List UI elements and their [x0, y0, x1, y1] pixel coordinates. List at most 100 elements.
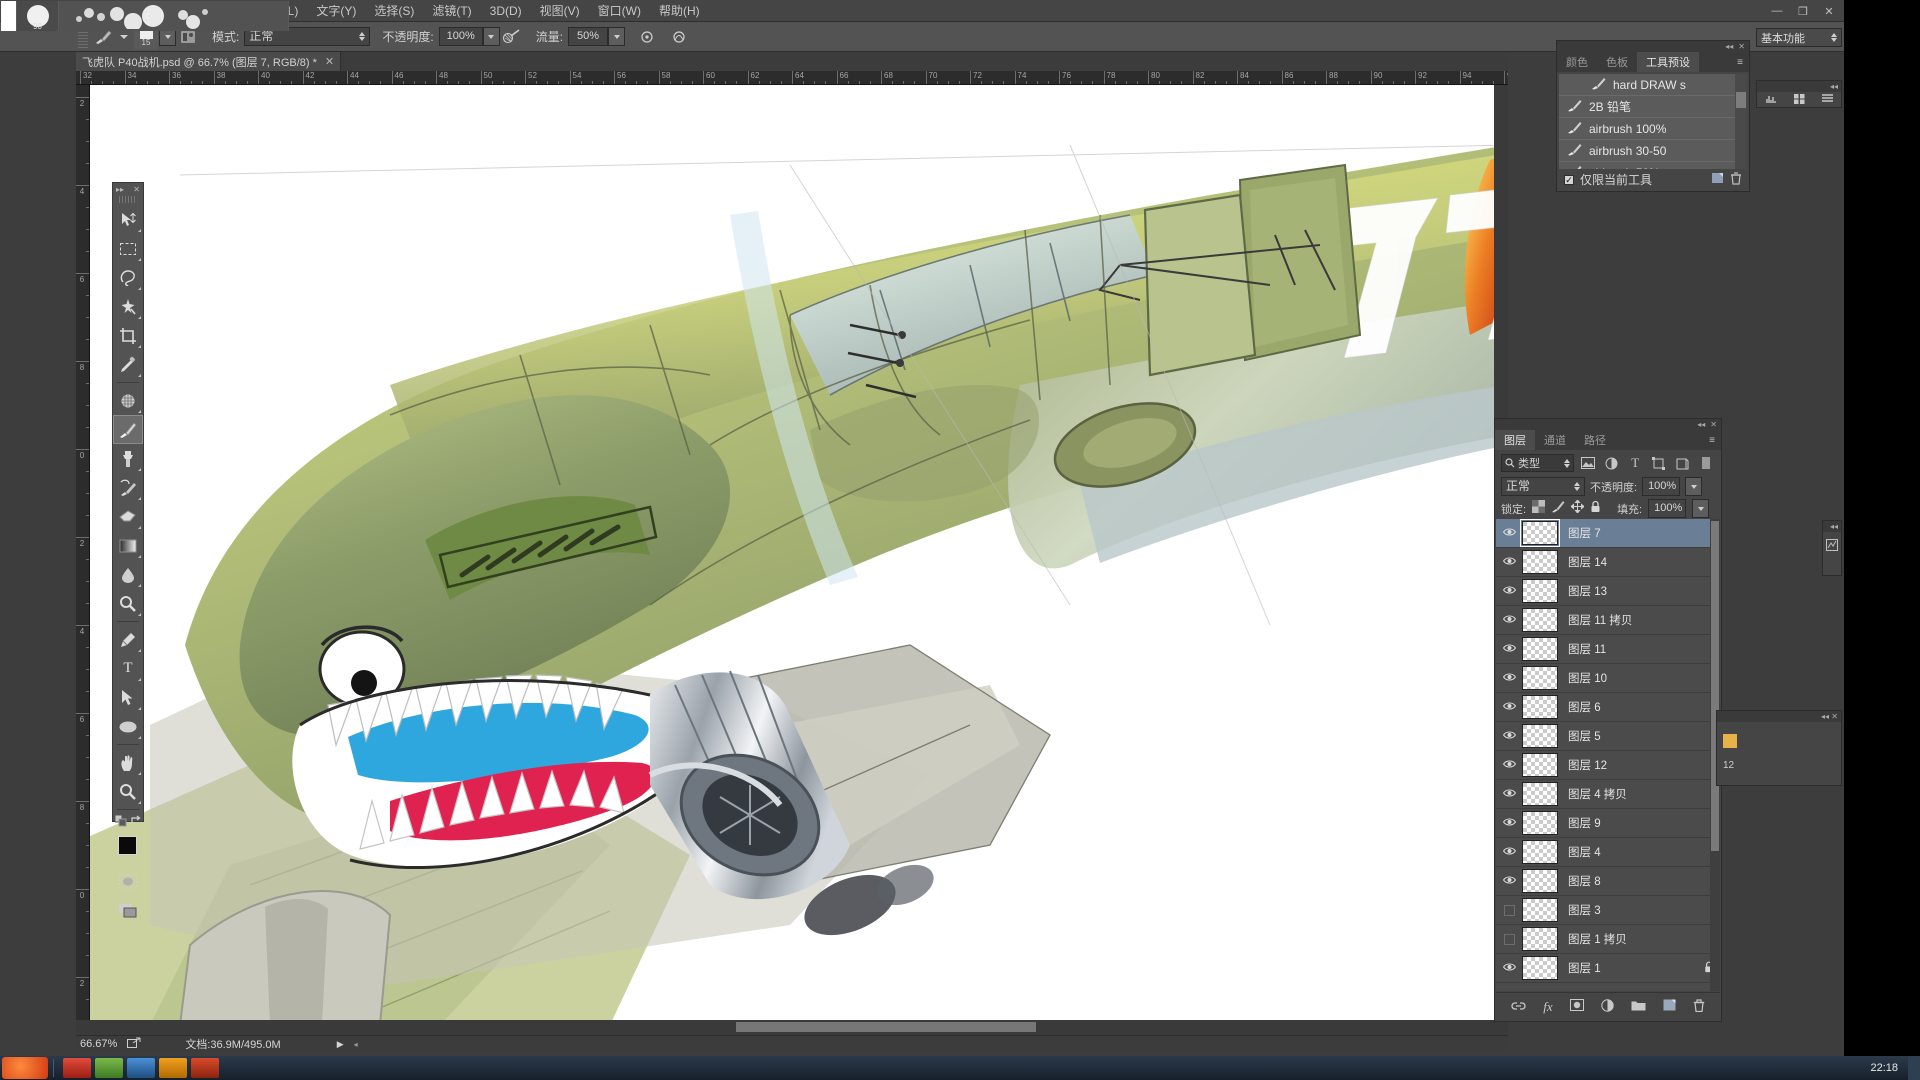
layer-visibility-eye-icon[interactable]: [1496, 614, 1522, 627]
type-tool[interactable]: T: [113, 654, 143, 683]
layer-row[interactable]: 图层 14: [1496, 548, 1720, 577]
lock-position-icon[interactable]: [1570, 498, 1585, 518]
filter-toggle-icon[interactable]: [1697, 454, 1716, 472]
layer-thumbnail[interactable]: [1522, 579, 1558, 603]
layer-thumbnail[interactable]: [1522, 898, 1558, 922]
layer-row[interactable]: 图层 12: [1496, 751, 1720, 780]
taskbar-app-2[interactable]: [95, 1058, 123, 1078]
vertical-ruler[interactable]: 2 4 6 8 0 2 4 6 8 0 2: [76, 85, 90, 1052]
blur-tool[interactable]: [113, 560, 143, 589]
right-strip-panel-a-header[interactable]: ◂◂: [1823, 521, 1841, 532]
brush-size-preview[interactable]: 90: [17, 1, 59, 31]
layer-thumbnail[interactable]: [1522, 840, 1558, 864]
screen-mode-icon[interactable]: [113, 896, 143, 925]
quick-mask-icon[interactable]: [113, 867, 143, 896]
layer-visibility-eye-icon[interactable]: [1496, 962, 1522, 975]
taskbar-app-1[interactable]: [63, 1058, 91, 1078]
layer-thumbnail[interactable]: [1522, 695, 1558, 719]
layer-row[interactable]: 图层 11: [1496, 635, 1720, 664]
tools-collapse-icon[interactable]: ▸▸: [116, 185, 124, 194]
layer-thumbnail[interactable]: [1522, 753, 1558, 777]
color-swatches[interactable]: [113, 833, 146, 867]
taskbar-app-3[interactable]: [127, 1058, 155, 1078]
layer-visibility-eye-icon[interactable]: [1496, 643, 1522, 656]
tab-paths[interactable]: 路径: [1575, 430, 1615, 450]
tab-tool-presets[interactable]: 工具预设: [1637, 52, 1699, 72]
workspace-selector[interactable]: 基本功能: [1756, 28, 1842, 47]
group-icon[interactable]: [1631, 1000, 1646, 1014]
layer-name[interactable]: 图层 4: [1568, 844, 1601, 860]
swatch-yellow[interactable]: [1723, 734, 1737, 748]
flow-input[interactable]: 50%: [568, 27, 609, 46]
tool-preset-item[interactable]: airbrush 30-50: [1559, 140, 1735, 162]
layer-name[interactable]: 图层 4 拷贝: [1568, 786, 1627, 802]
restore-icon[interactable]: ❐: [1790, 2, 1816, 20]
canvas-horizontal-scrollbar[interactable]: [76, 1020, 1508, 1035]
brush-tool-chevron-down-icon[interactable]: [120, 34, 128, 39]
opacity-input[interactable]: 100%: [438, 27, 483, 46]
default-colors-icon[interactable]: [114, 814, 127, 832]
clone-stamp-tool[interactable]: [113, 444, 143, 473]
tab-color[interactable]: 颜色: [1557, 52, 1597, 72]
tools-panel-grip[interactable]: [119, 196, 137, 203]
layers-list[interactable]: 图层 7 图层 14 图层 13 图层 11 拷贝 图层 11 图层 10 图层 6 图层 5…: [1496, 519, 1720, 991]
pen-tool[interactable]: [113, 625, 143, 654]
filter-adjustment-icon[interactable]: [1602, 454, 1621, 472]
filter-pixel-icon[interactable]: [1579, 454, 1598, 472]
right-strip-histogram[interactable]: ◂◂: [1756, 80, 1842, 108]
layer-name[interactable]: 图层 12: [1568, 757, 1607, 773]
current-tool-only-checkbox[interactable]: ✓: [1564, 174, 1574, 185]
layer-thumbnail[interactable]: [1522, 782, 1558, 806]
brush-preset-strip[interactable]: 90: [0, 0, 304, 32]
marquee-tool[interactable]: [113, 234, 143, 263]
layer-row[interactable]: 图层 9: [1496, 809, 1720, 838]
layer-name[interactable]: 图层 6: [1568, 699, 1601, 715]
layer-row[interactable]: 图层 1 拷贝: [1496, 925, 1720, 954]
move-tool[interactable]: [113, 205, 143, 234]
tool-preset-item[interactable]: airbrush 100%: [1559, 118, 1735, 140]
hand-tool[interactable]: [113, 748, 143, 777]
status-resize-grip[interactable]: ◂: [354, 1040, 358, 1049]
layer-fill-chevron-down-icon[interactable]: [1692, 499, 1710, 518]
menu-view[interactable]: 视图(V): [531, 0, 589, 22]
layer-row[interactable]: 图层 3: [1496, 896, 1720, 925]
tool-presets-scrollbar-thumb[interactable]: [1736, 92, 1746, 108]
layer-blend-mode-select[interactable]: 正常: [1501, 477, 1585, 496]
layer-filter-select[interactable]: 类型: [1501, 454, 1574, 472]
new-layer-icon[interactable]: [1663, 999, 1676, 1014]
menu-help[interactable]: 帮助(H): [650, 0, 709, 22]
document-tab-close-icon[interactable]: ✕: [325, 55, 334, 68]
tab-swatches[interactable]: 色板: [1597, 52, 1637, 72]
start-button[interactable]: [2, 1057, 48, 1079]
spot-healing-brush-tool[interactable]: [113, 386, 143, 415]
eyedropper-tool[interactable]: [113, 350, 143, 379]
share-icon[interactable]: [127, 1037, 141, 1052]
close-icon[interactable]: ✕: [1816, 2, 1842, 20]
delete-layer-icon[interactable]: [1693, 998, 1705, 1015]
lock-all-icon[interactable]: [1590, 500, 1601, 518]
layer-row[interactable]: 图层 6: [1496, 693, 1720, 722]
layer-row[interactable]: 图层 4: [1496, 838, 1720, 867]
layer-thumbnail[interactable]: [1522, 956, 1558, 980]
ellipse-tool[interactable]: [113, 712, 143, 741]
brush-tool[interactable]: [113, 415, 143, 444]
tab-layers[interactable]: 图层: [1495, 430, 1535, 450]
dodge-tool[interactable]: [113, 589, 143, 618]
zoom-level[interactable]: 66.67%: [80, 1038, 117, 1050]
gradient-tool[interactable]: [113, 531, 143, 560]
layer-visibility-off-icon[interactable]: [1496, 904, 1522, 916]
layers-menu-icon[interactable]: ≡: [1703, 430, 1721, 450]
filter-smart-object-icon[interactable]: [1673, 454, 1692, 472]
filter-type-icon[interactable]: T: [1626, 454, 1645, 472]
layer-thumbnail[interactable]: [1522, 608, 1558, 632]
path-selection-tool[interactable]: [113, 683, 143, 712]
crop-tool[interactable]: [113, 321, 143, 350]
tool-presets-menu-icon[interactable]: ≡: [1731, 52, 1749, 72]
brush-presets-thumbnails[interactable]: [59, 1, 289, 31]
layers-collapse-icon[interactable]: ◂◂: [1697, 420, 1705, 429]
layer-name[interactable]: 图层 7: [1568, 525, 1601, 541]
layer-opacity-chevron-down-icon[interactable]: [1685, 477, 1703, 496]
mask-icon[interactable]: [1569, 999, 1584, 1014]
layer-row[interactable]: 图层 7: [1496, 519, 1720, 548]
tool-preset-item[interactable]: 2B 铅笔: [1559, 96, 1735, 118]
